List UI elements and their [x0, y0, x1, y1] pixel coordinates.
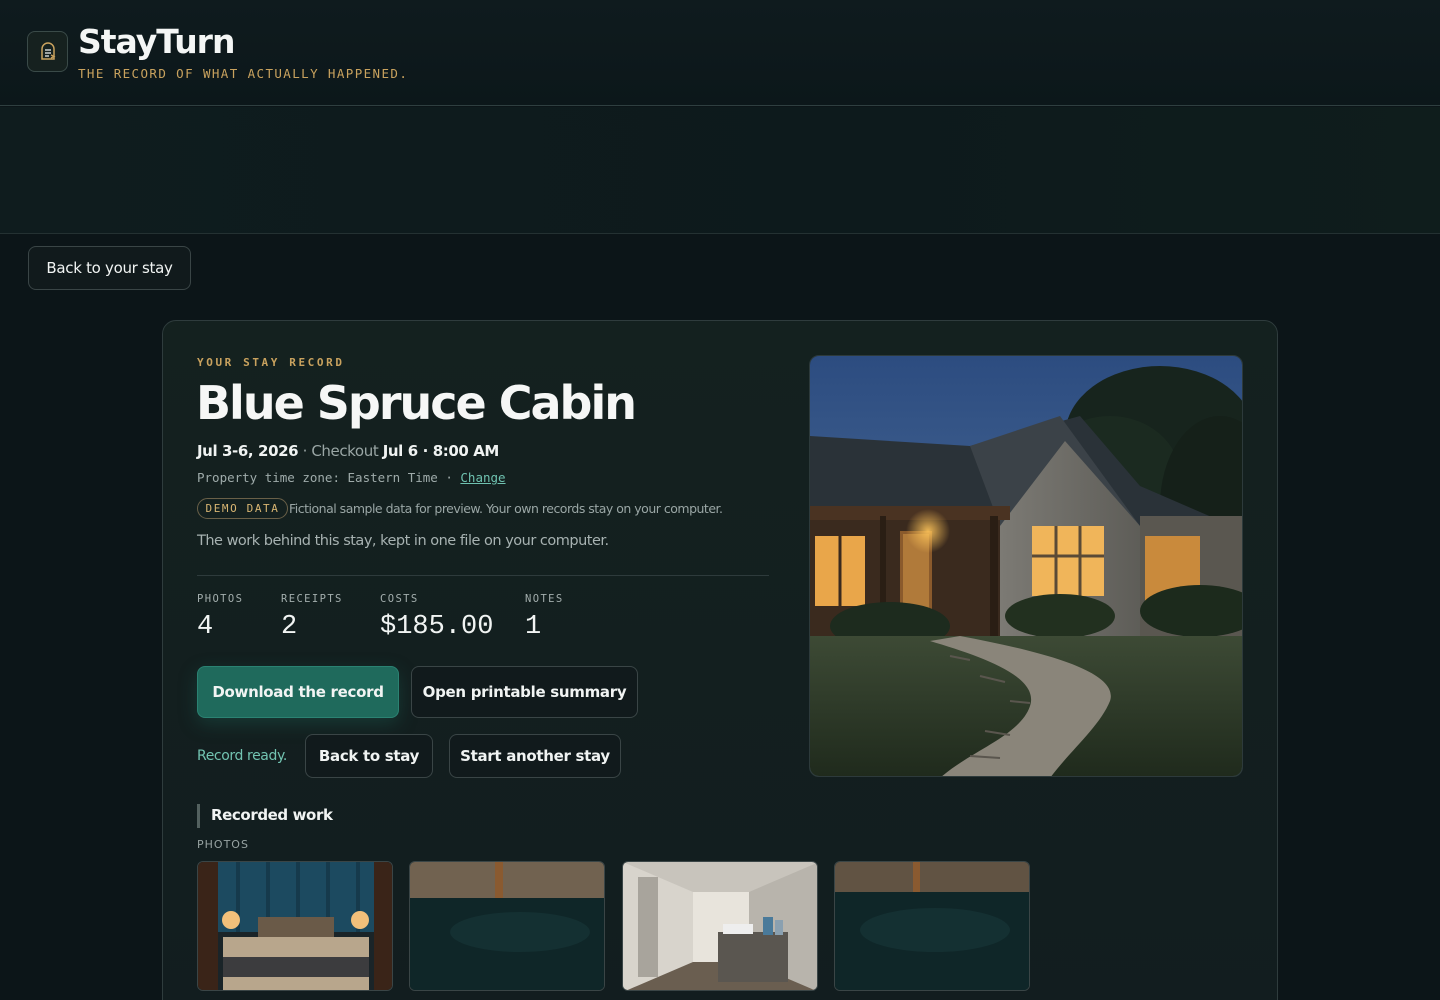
- header-band: [0, 107, 1440, 234]
- demo-data-badge: DEMO DATA: [197, 498, 288, 519]
- brand-tagline: THE RECORD OF WHAT ACTUALLY HAPPENED.: [78, 66, 409, 81]
- logo-icon[interactable]: [27, 31, 68, 72]
- timezone-line: Property time zone: Eastern Time · Chang…: [197, 470, 506, 485]
- recorded-work-heading: Recorded work: [211, 806, 333, 824]
- stat-label-costs: COSTS: [380, 593, 419, 605]
- stat-value-notes: 1: [525, 612, 542, 642]
- change-timezone-link[interactable]: Change: [460, 470, 505, 485]
- brand-name[interactable]: StayTurn: [78, 22, 235, 61]
- open-printable-summary-button[interactable]: Open printable summary: [411, 666, 638, 718]
- photo-thumbnail-floor[interactable]: [834, 861, 1030, 991]
- cabin-photo: [809, 355, 1243, 777]
- stat-label-photos: PHOTOS: [197, 593, 244, 605]
- stat-value-receipts: 2: [281, 612, 298, 642]
- app-header: StayTurn THE RECORD OF WHAT ACTUALLY HAP…: [0, 0, 1440, 106]
- photos-label: PHOTOS: [197, 838, 249, 851]
- checkout-label: Checkout: [311, 442, 379, 460]
- stat-label-notes: NOTES: [525, 593, 564, 605]
- stat-label-receipts: RECEIPTS: [281, 593, 343, 605]
- download-record-button[interactable]: Download the record: [197, 666, 399, 718]
- stat-value-photos: 4: [197, 612, 214, 642]
- timezone-text: Property time zone: Eastern Time ·: [197, 470, 453, 485]
- photo-thumbnail-hallway[interactable]: [622, 861, 818, 991]
- record-description: The work behind this stay, kept in one f…: [197, 533, 609, 549]
- page-title: Blue Spruce Cabin: [196, 376, 637, 430]
- start-another-stay-button[interactable]: Start another stay: [449, 734, 621, 778]
- divider: [197, 575, 769, 576]
- checkout-value: Jul 6 · 8:00 AM: [382, 442, 500, 460]
- back-to-stay-button[interactable]: Back to stay: [305, 734, 433, 778]
- photo-thumbnail-floor[interactable]: [409, 861, 605, 991]
- back-to-your-stay-button[interactable]: Back to your stay: [28, 246, 191, 290]
- demo-data-note: Fictional sample data for preview. Your …: [289, 501, 723, 516]
- record-eyebrow: YOUR STAY RECORD: [197, 356, 345, 369]
- record-status: Record ready.: [197, 748, 287, 764]
- stat-value-costs: $185.00: [380, 612, 494, 642]
- stay-date-range: Jul 3-6, 2026: [197, 442, 299, 460]
- photo-thumbnail-bedroom[interactable]: [197, 861, 393, 991]
- stay-dates: Jul 3-6, 2026 · Checkout Jul 6 · 8:00 AM: [197, 442, 499, 460]
- section-accent-bar: [197, 804, 200, 828]
